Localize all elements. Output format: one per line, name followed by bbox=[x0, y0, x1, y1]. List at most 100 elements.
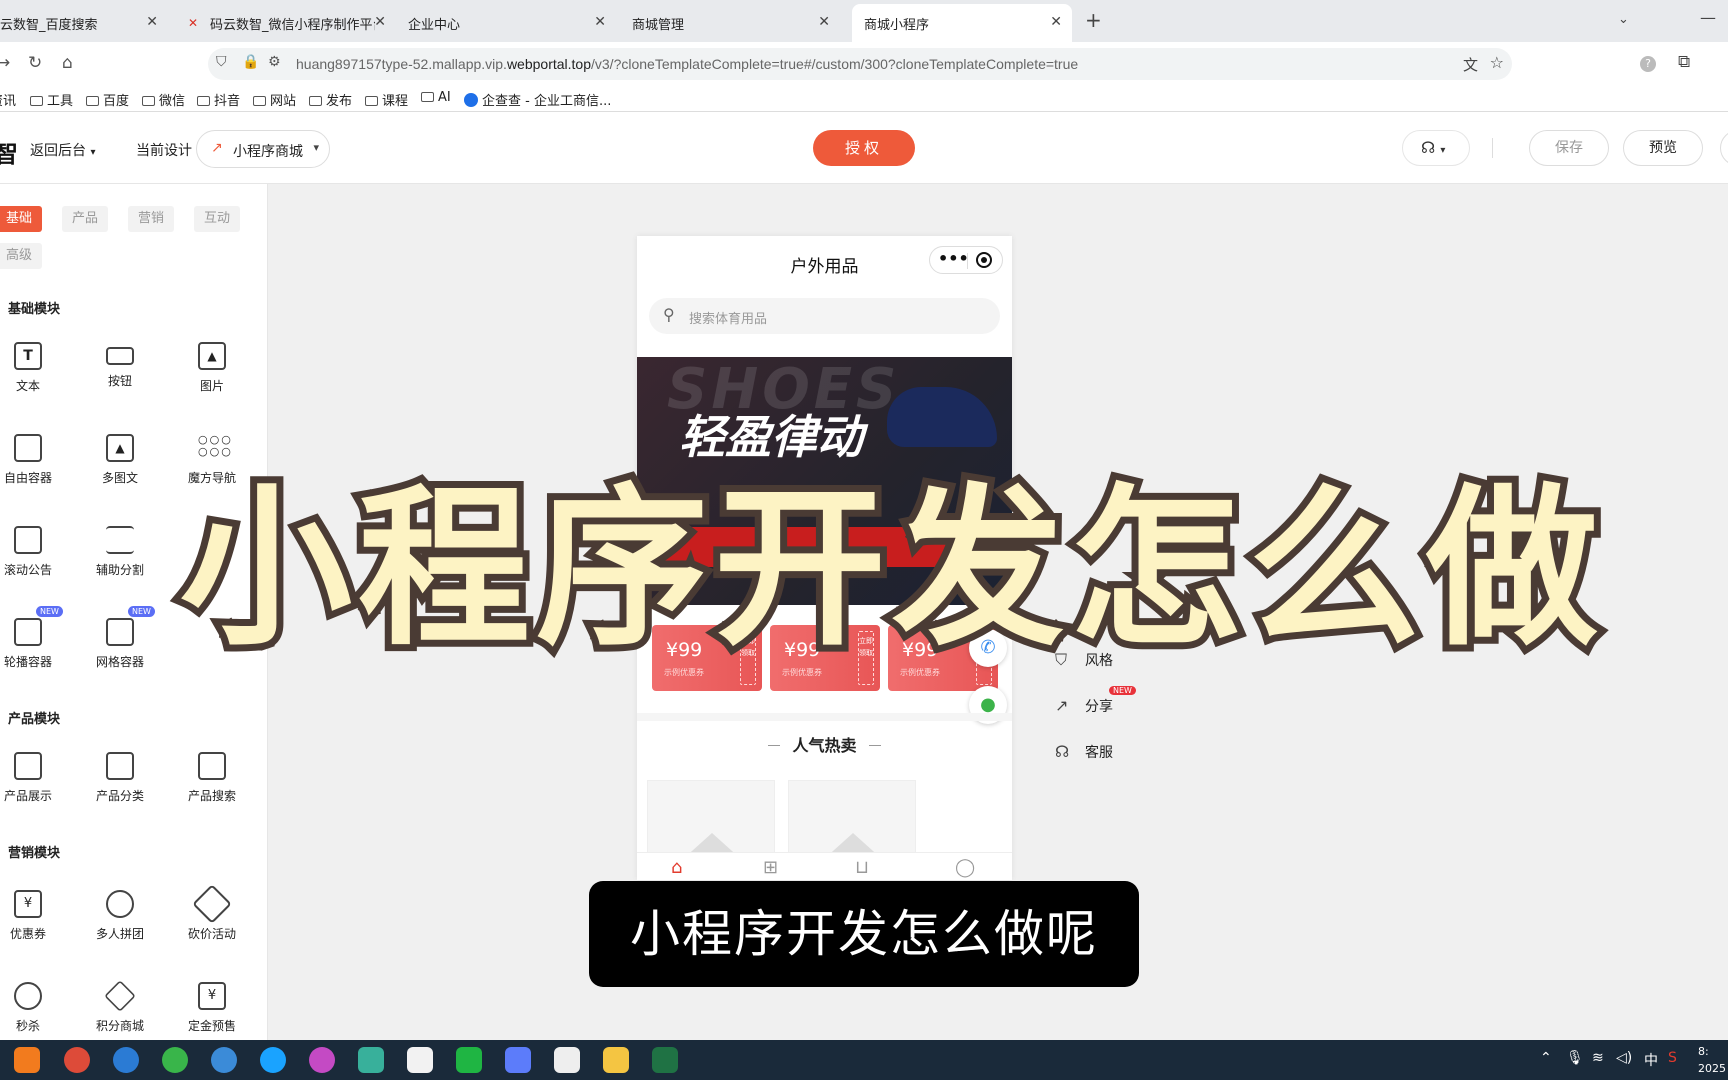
minimize-icon[interactable]: — bbox=[1700, 8, 1716, 27]
app-icon[interactable] bbox=[260, 1047, 286, 1073]
browser-tab[interactable]: 商城管理 ✕ bbox=[620, 4, 840, 42]
component-points-mall[interactable]: 积分商城 bbox=[78, 980, 162, 1034]
system-clock[interactable]: 8: 2025 bbox=[1698, 1043, 1726, 1077]
microphone-icon[interactable]: 🎙 bbox=[1566, 1050, 1584, 1066]
phone-tab-bar: ⌂ ⊞ ⊔ ◯ bbox=[637, 852, 1012, 880]
tab-basic[interactable]: 基础 bbox=[0, 206, 42, 232]
close-icon[interactable]: ✕ bbox=[1050, 14, 1062, 30]
component-divider[interactable]: 辅助分割 bbox=[78, 526, 162, 578]
bookmark-folder[interactable]: 百度 bbox=[86, 90, 129, 109]
volume-icon[interactable]: ◁) bbox=[1616, 1050, 1632, 1066]
crop-icon[interactable]: ⧉ bbox=[1678, 52, 1690, 72]
component-product-display[interactable]: 产品展示 bbox=[0, 752, 70, 804]
component-flash-sale[interactable]: 秒杀 bbox=[0, 982, 70, 1034]
component-grid-container[interactable]: NEW 网格容器 bbox=[78, 606, 162, 670]
file-explorer-icon[interactable] bbox=[603, 1047, 629, 1073]
preview-button[interactable]: 预览 bbox=[1623, 130, 1703, 166]
component-notice[interactable]: 滚动公告 bbox=[0, 526, 70, 578]
browser-icon[interactable] bbox=[162, 1047, 188, 1073]
back-to-admin-button[interactable]: 返回后台 ▾ bbox=[30, 140, 95, 160]
chevron-up-icon[interactable]: ⌃ bbox=[1540, 1050, 1552, 1066]
tab-product[interactable]: 产品 bbox=[62, 206, 108, 232]
bookmark-folder[interactable]: AI bbox=[421, 90, 451, 105]
section-title: 产品模块 bbox=[8, 712, 61, 727]
close-target-icon[interactable] bbox=[976, 252, 992, 268]
support-dropdown[interactable]: ☊ ▾ bbox=[1402, 130, 1470, 166]
sogou-icon[interactable] bbox=[211, 1047, 237, 1073]
component-carousel[interactable]: NEW 轮播容器 bbox=[0, 606, 70, 670]
ime-indicator[interactable]: 中 bbox=[1644, 1050, 1658, 1070]
close-icon[interactable]: ✕ bbox=[146, 14, 158, 30]
close-icon[interactable]: ✕ bbox=[594, 14, 606, 30]
app-icon[interactable] bbox=[358, 1047, 384, 1073]
reload-icon[interactable]: ↻ bbox=[28, 53, 42, 73]
component-deposit-presale[interactable]: ¥ 定金预售 bbox=[170, 982, 254, 1034]
component-product-search[interactable]: 产品搜索 bbox=[170, 752, 254, 804]
excel-icon[interactable] bbox=[652, 1047, 678, 1073]
browser-tab-active[interactable]: 商城小程序 ✕ bbox=[852, 4, 1072, 42]
url-field[interactable]: ⛉ 🔒 ⚙ huang897157type-52.mallapp.vip.web… bbox=[208, 48, 1512, 80]
bookmark-folder[interactable]: 网站 bbox=[253, 90, 296, 109]
divider bbox=[637, 713, 1012, 721]
tab-marketing[interactable]: 营销 bbox=[128, 206, 174, 232]
component-multi-image-text[interactable]: ▲ 多图文 bbox=[78, 434, 162, 486]
bookmark-folder[interactable]: 发布 bbox=[309, 90, 352, 109]
component-group-buy[interactable]: 多人拼团 bbox=[78, 890, 162, 942]
search-input[interactable]: ⚲ 搜索体育用品 bbox=[649, 298, 1000, 334]
authorize-button[interactable]: 授权 bbox=[813, 130, 915, 166]
tab-interaction[interactable]: 互动 bbox=[194, 206, 240, 232]
close-icon[interactable]: ✕ bbox=[818, 14, 830, 30]
edge-icon[interactable] bbox=[113, 1047, 139, 1073]
bookmark-folder[interactable]: 课程 bbox=[365, 90, 408, 109]
app-icon[interactable] bbox=[309, 1047, 335, 1073]
home-icon[interactable]: ⌂ bbox=[62, 53, 73, 73]
bookmark-item[interactable]: 企查查 - 企业工商信... bbox=[464, 90, 611, 109]
qq-icon[interactable] bbox=[407, 1047, 433, 1073]
lock-icon: 🔒 bbox=[242, 54, 260, 70]
new-tab-plus-icon[interactable]: + bbox=[1085, 8, 1102, 32]
design-select[interactable]: ↗ 小程序商城 ▾ bbox=[196, 130, 330, 168]
more-dots-icon[interactable]: ••• bbox=[938, 249, 969, 268]
app-icon[interactable] bbox=[505, 1047, 531, 1073]
forward-arrow-icon[interactable]: → bbox=[0, 53, 10, 73]
bookmark-star-icon[interactable]: ☆ bbox=[1490, 53, 1504, 72]
tab-list-chevron-icon[interactable]: ⌄ bbox=[1618, 12, 1629, 27]
sogou-input-icon[interactable]: S bbox=[1668, 1050, 1677, 1066]
mini-program-capsule[interactable]: ••• bbox=[929, 246, 1003, 274]
browser-tab[interactable]: 云数智_百度搜索 ✕ bbox=[0, 4, 168, 42]
browser-tab[interactable]: 企业中心 ✕ bbox=[396, 4, 616, 42]
wifi-icon[interactable]: ≋ bbox=[1592, 1050, 1604, 1066]
component-bargain[interactable]: 砍价活动 bbox=[170, 884, 254, 942]
bookmark-folder[interactable]: 工具 bbox=[30, 90, 73, 109]
component-free-container[interactable]: 自由容器 bbox=[0, 434, 70, 486]
cart-icon[interactable]: ⊔ bbox=[855, 857, 869, 878]
category-grid-icon[interactable]: ⊞ bbox=[763, 857, 778, 878]
site-settings-icon[interactable]: ⚙ bbox=[268, 54, 281, 70]
component-coupon[interactable]: ¥ 优惠券 bbox=[0, 890, 70, 942]
chevron-down-icon: ▾ bbox=[313, 141, 319, 154]
user-icon[interactable]: ◯ bbox=[955, 857, 975, 878]
component-button[interactable]: 按钮 bbox=[78, 342, 162, 389]
component-product-category[interactable]: 产品分类 bbox=[78, 752, 162, 804]
chrome-icon[interactable] bbox=[64, 1047, 90, 1073]
browser-tab[interactable]: ✕ 码云数智_微信小程序制作平台_ ✕ bbox=[176, 4, 396, 42]
bookmark-folder[interactable]: 抖音 bbox=[197, 90, 240, 109]
publish-button[interactable] bbox=[1720, 130, 1728, 166]
free-container-icon bbox=[14, 434, 42, 462]
wechat-icon[interactable] bbox=[456, 1047, 482, 1073]
translate-icon[interactable]: 文 bbox=[1463, 54, 1478, 75]
share-icon: ↗ bbox=[1055, 696, 1069, 715]
bookmark-item[interactable]: 资讯 bbox=[0, 90, 16, 109]
save-button[interactable]: 保存 bbox=[1529, 130, 1609, 166]
bookmark-folder[interactable]: 微信 bbox=[142, 90, 185, 109]
share-option[interactable]: ↗ 分享 NEW bbox=[1055, 686, 1136, 716]
help-icon[interactable]: ? bbox=[1640, 56, 1656, 72]
close-icon[interactable]: ✕ bbox=[374, 14, 386, 30]
app-icon[interactable] bbox=[554, 1047, 580, 1073]
tab-advanced[interactable]: 高级 bbox=[0, 243, 42, 269]
firefox-icon[interactable] bbox=[14, 1047, 40, 1073]
component-text[interactable]: T 文本 bbox=[0, 342, 70, 394]
home-icon[interactable]: ⌂ bbox=[671, 857, 682, 878]
component-image[interactable]: ▲ 图片 bbox=[170, 342, 254, 394]
customer-service-option[interactable]: ☊ 客服 bbox=[1055, 742, 1113, 762]
